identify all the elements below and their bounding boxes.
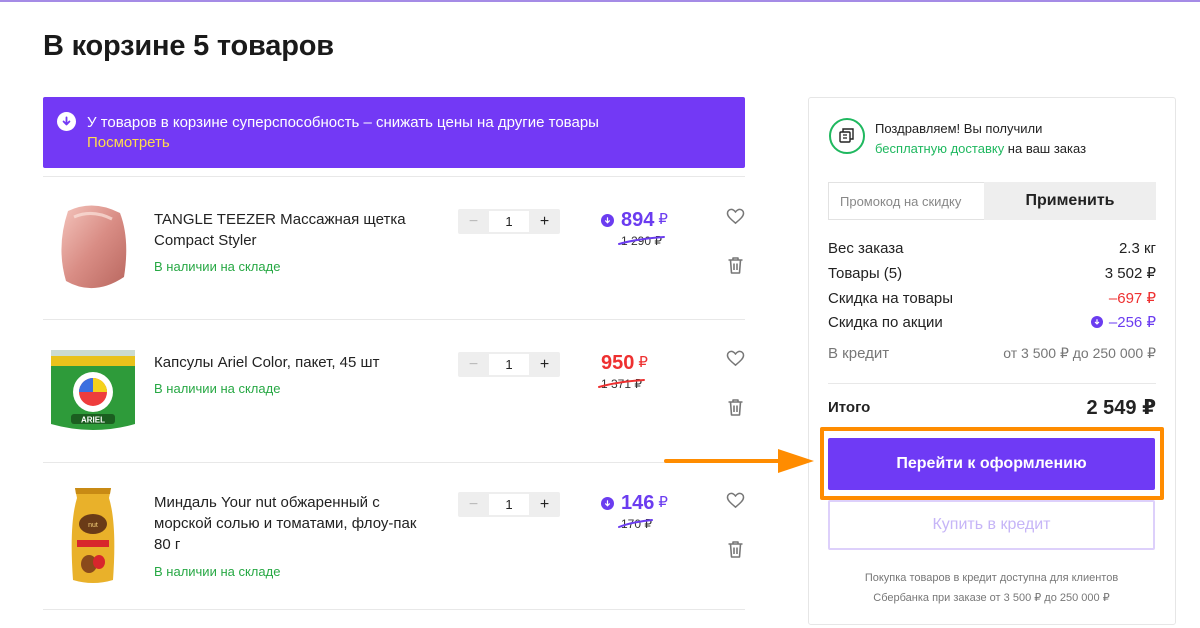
summary-label: Скидка на товары	[828, 289, 954, 307]
product-name[interactable]: Миндаль Your nut обжаренный с морской со…	[154, 492, 434, 555]
quantity-value[interactable]: 1	[489, 494, 529, 515]
price-value: 950	[601, 352, 635, 374]
decrease-quantity-button[interactable]: −	[458, 492, 489, 517]
free-delivery-message: Поздравляем! Вы получили бесплатную дост…	[875, 119, 1155, 159]
trash-icon[interactable]	[724, 396, 746, 418]
decrease-quantity-button[interactable]: −	[458, 209, 489, 234]
trash-icon[interactable]	[724, 254, 746, 276]
free-delivery-link[interactable]: бесплатную доставку	[875, 141, 1004, 156]
currency-symbol: ₽	[658, 494, 668, 511]
stock-status: В наличии на складе	[154, 564, 281, 579]
price-block: 146 ₽ 170 ₽	[601, 491, 691, 533]
stock-status: В наличии на складе	[154, 381, 281, 396]
cart-item: ARIEL Капсулы Ariel Color, пакет, 45 шт …	[43, 319, 745, 462]
promo-code-row: Промокод на скидку Применить	[828, 182, 1156, 220]
quantity-stepper: − 1 +	[458, 492, 560, 517]
old-price: 1 290 ₽	[618, 234, 665, 248]
currency-symbol: ₽	[658, 211, 668, 228]
trash-icon[interactable]	[724, 538, 746, 560]
heart-icon[interactable]	[724, 205, 746, 227]
delivery-box-icon	[829, 118, 865, 154]
credit-note-line2: Сбербанка при заказе от 3 500 ₽ до 250 0…	[873, 592, 1110, 604]
summary-value: –256 ₽	[1108, 314, 1156, 331]
svg-text:nut: nut	[88, 522, 98, 529]
cart-item: TANGLE TEEZER Массажная щетка Compact St…	[43, 176, 745, 319]
delivery-line2-suffix: на ваш заказ	[1004, 141, 1087, 156]
summary-value: –697 ₽	[1108, 290, 1156, 307]
total-label: Итого	[828, 399, 871, 416]
increase-quantity-button[interactable]: +	[529, 492, 560, 517]
current-price: 146 ₽	[601, 491, 691, 515]
summary-value: 3 502 ₽	[1104, 265, 1156, 282]
current-price: 950 ₽	[601, 351, 691, 375]
total-value: 2 549 ₽	[1086, 397, 1156, 419]
heart-icon[interactable]	[724, 347, 746, 369]
summary-value: 2.3 кг	[1118, 240, 1156, 257]
current-price: 894 ₽	[601, 208, 691, 232]
product-image[interactable]	[43, 195, 143, 303]
increase-quantity-button[interactable]: +	[529, 209, 560, 234]
quantity-stepper: − 1 +	[458, 352, 560, 377]
quantity-value[interactable]: 1	[489, 354, 529, 375]
promo-code-input[interactable]: Промокод на скидку	[828, 182, 984, 220]
summary-divider	[828, 383, 1156, 384]
quantity-stepper: − 1 +	[458, 209, 560, 234]
banner-text: У товаров в корзине суперспособность – с…	[87, 114, 599, 131]
summary-value: от 3 500 ₽ до 250 000 ₽	[1003, 345, 1156, 361]
price-value: 146	[621, 492, 655, 514]
page-title: В корзине 5 товаров	[43, 30, 334, 62]
summary-discount-row: Скидка на товары –697 ₽	[828, 289, 1156, 308]
summary-label: Вес заказа	[828, 240, 904, 257]
arrow-down-circle-icon	[601, 496, 614, 510]
checkout-button[interactable]: Перейти к оформлению	[828, 438, 1155, 490]
price-block: 894 ₽ 1 290 ₽	[601, 208, 691, 250]
summary-label: Товары (5)	[828, 264, 903, 282]
stock-status: В наличии на складе	[154, 259, 281, 274]
product-name[interactable]: TANGLE TEEZER Массажная щетка Compact St…	[154, 209, 434, 251]
arrow-down-circle-icon	[601, 213, 614, 227]
price-block: 950 ₽ 1 371 ₽	[598, 351, 691, 393]
banner-view-link[interactable]: Посмотреть	[87, 133, 170, 153]
credit-note-line1: Покупка товаров в кредит доступна для кл…	[864, 572, 1119, 584]
heart-icon[interactable]	[724, 489, 746, 511]
arrow-down-circle-icon	[1090, 316, 1103, 328]
arrow-down-circle-icon	[57, 112, 76, 131]
promo-banner: У товаров в корзине суперспособность – с…	[43, 97, 745, 168]
credit-note: Покупка товаров в кредит доступна для кл…	[828, 568, 1155, 608]
arrow-right-icon	[664, 449, 814, 473]
summary-items-row: Товары (5) 3 502 ₽	[828, 264, 1156, 283]
old-price: 170 ₽	[618, 517, 653, 531]
product-name[interactable]: Капсулы Ariel Color, пакет, 45 шт	[154, 352, 434, 373]
svg-text:ARIEL: ARIEL	[81, 416, 105, 425]
price-value: 894	[621, 209, 655, 231]
delivery-line1: Поздравляем! Вы получили	[875, 121, 1043, 136]
summary-label: В кредит	[828, 345, 890, 362]
summary-label: Скидка по акции	[828, 313, 943, 331]
total-row: Итого 2 549 ₽	[828, 395, 1156, 420]
quantity-value[interactable]: 1	[489, 211, 529, 232]
currency-symbol: ₽	[638, 354, 648, 371]
increase-quantity-button[interactable]: +	[529, 352, 560, 377]
buy-on-credit-button[interactable]: Купить в кредит	[828, 500, 1155, 550]
apply-promo-button[interactable]: Применить	[984, 182, 1156, 220]
product-image[interactable]: ARIEL	[43, 338, 143, 446]
summary-weight-row: Вес заказа 2.3 кг	[828, 240, 1156, 257]
decrease-quantity-button[interactable]: −	[458, 352, 489, 377]
old-price: 1 371 ₽	[598, 377, 645, 391]
product-image[interactable]: nut	[43, 477, 143, 595]
top-accent-line	[0, 0, 1200, 2]
summary-credit-row: В кредит от 3 500 ₽ до 250 000 ₽	[828, 345, 1156, 362]
summary-promo-discount-row: Скидка по акции –256 ₽	[828, 313, 1156, 332]
